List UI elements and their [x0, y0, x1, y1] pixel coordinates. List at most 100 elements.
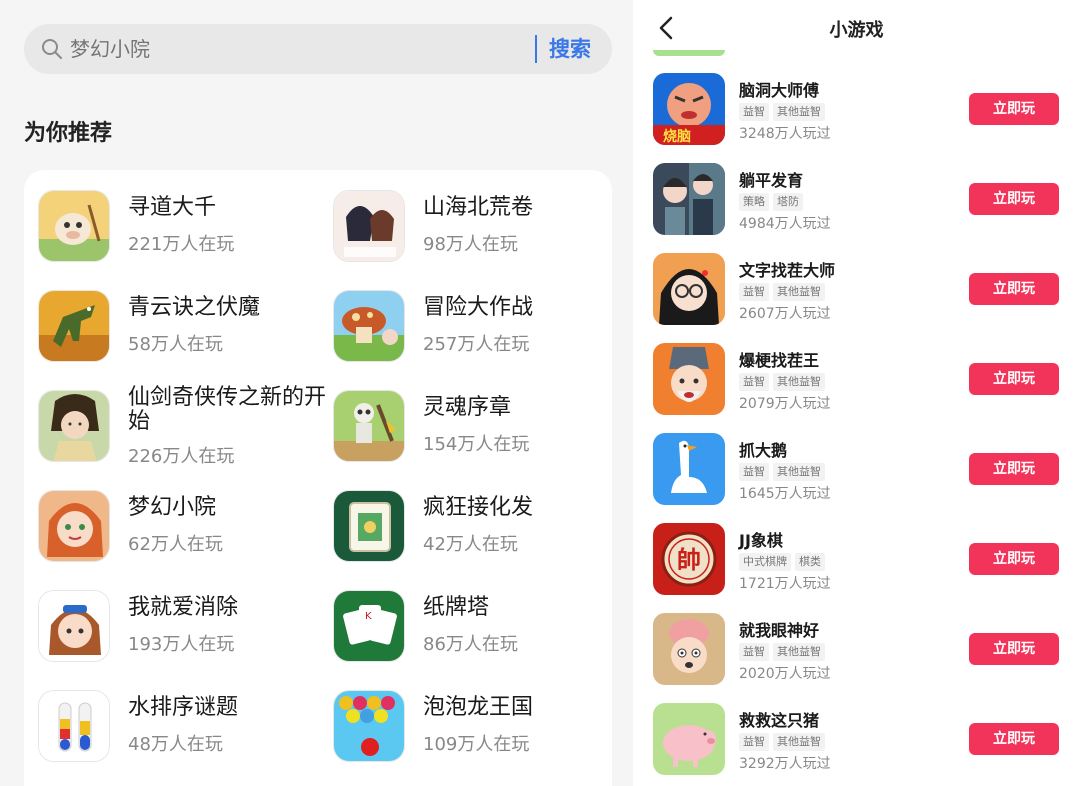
play-now-button[interactable]: 立即玩 [969, 183, 1059, 215]
game-name: 爆梗找茬王 [739, 351, 820, 370]
tag: 其他益智 [773, 103, 825, 121]
game-name: 灵魂序章 [423, 395, 512, 420]
game-name: 寻道大千 [128, 195, 217, 220]
mahjong-tile-icon [333, 490, 405, 562]
game-name: 水排序谜题 [128, 695, 239, 720]
play-now-button[interactable]: 立即玩 [969, 453, 1059, 485]
game-players: 193万人在玩 [128, 634, 235, 655]
tag: 其他益智 [773, 733, 825, 751]
game-tags: 益智 其他益智 [739, 463, 825, 481]
game-row[interactable]: 就我眼神好 益智 其他益智 2020万人玩过 立即玩 [633, 613, 1080, 693]
game-item-xiaochu[interactable]: 我就爱消除 193万人在玩 [38, 590, 328, 670]
game-item-linghun[interactable]: 灵魂序章 154万人在玩 [333, 390, 623, 470]
tag: 其他益智 [773, 463, 825, 481]
game-tags: 中式棋牌 棋类 [739, 553, 825, 571]
play-now-button[interactable]: 立即玩 [969, 543, 1059, 575]
search-button[interactable]: 搜索 [549, 24, 591, 74]
game-players: 58万人在玩 [128, 334, 223, 355]
game-name: 纸牌塔 [423, 595, 490, 620]
play-now-button[interactable]: 立即玩 [969, 273, 1059, 305]
game-plays: 2079万人玩过 [739, 396, 831, 412]
search-divider [535, 35, 537, 63]
sailor-girl-icon [38, 590, 110, 662]
game-tags: 益智 其他益智 [739, 373, 825, 391]
mushroom-icon [333, 290, 405, 362]
game-row[interactable]: 爆梗找茬王 益智 其他益智 2079万人玩过 立即玩 [633, 343, 1080, 423]
previous-item-edge [653, 50, 725, 56]
game-name: 就我眼神好 [739, 621, 820, 640]
game-item-xundao[interactable]: 寻道大千 221万人在玩 [38, 190, 328, 270]
dinosaur-icon [38, 290, 110, 362]
tag: 益智 [739, 463, 769, 481]
game-item-shuipaixu[interactable]: 水排序谜题 48万人在玩 [38, 690, 328, 770]
game-row[interactable]: 抓大鹅 益智 其他益智 1645万人玩过 立即玩 [633, 433, 1080, 513]
tag: 策略 [739, 193, 769, 211]
game-players: 257万人在玩 [423, 334, 530, 355]
search-input[interactable] [70, 24, 540, 74]
game-item-shanhai[interactable]: 山海北荒卷 98万人在玩 [333, 190, 623, 270]
game-item-paopaolong[interactable]: 泡泡龙王国 109万人在玩 [333, 690, 623, 770]
tag: 其他益智 [773, 643, 825, 661]
game-name: 救救这只猪 [739, 711, 820, 730]
game-players: 226万人在玩 [128, 446, 235, 467]
bubble-shooter-icon [333, 690, 405, 762]
game-plays: 1721万人玩过 [739, 576, 831, 592]
game-name: 仙剑奇侠传之新的开始 [128, 385, 327, 434]
game-name: 梦幻小院 [128, 495, 217, 520]
play-now-button[interactable]: 立即玩 [969, 723, 1059, 755]
game-name: 疯狂接化发 [423, 495, 534, 520]
tag: 其他益智 [773, 283, 825, 301]
game-plays: 4984万人玩过 [739, 216, 831, 232]
skeleton-icon [333, 390, 405, 462]
tag: 棋类 [795, 553, 825, 571]
game-tags: 益智 其他益智 [739, 643, 825, 661]
game-item-zhipai[interactable]: K 纸牌塔 86万人在玩 [333, 590, 623, 670]
play-now-button[interactable]: 立即玩 [969, 93, 1059, 125]
game-item-fengkuang[interactable]: 疯狂接化发 42万人在玩 [333, 490, 623, 570]
pig-warrior-icon [38, 190, 110, 262]
svg-text:帥: 帥 [677, 546, 701, 574]
game-row[interactable]: 帥 JJ象棋 中式棋牌 棋类 1721万人玩过 立即玩 [633, 523, 1080, 603]
tag: 益智 [739, 373, 769, 391]
game-row[interactable]: 救救这只猪 益智 其他益智 3292万人玩过 立即玩 [633, 703, 1080, 783]
mini-games-panel: 小游戏 烧脑 脑洞大师傅 益智 其他益智 3248万人玩过 立即玩 躺平发育 策… [633, 0, 1080, 786]
pig-icon [653, 703, 725, 775]
game-players: 42万人在玩 [423, 534, 518, 555]
tag: 塔防 [773, 193, 803, 211]
recommend-panel: 搜索 为你推荐 寻道大千 221万人在玩 山海北荒卷 98万人在玩 青云诀之伏魔… [0, 0, 633, 786]
swordsman-icon [38, 390, 110, 462]
game-name: 文字找茬大师 [739, 261, 836, 280]
game-plays: 2607万人玩过 [739, 306, 831, 322]
play-now-button[interactable]: 立即玩 [969, 633, 1059, 665]
game-item-maoxian[interactable]: 冒险大作战 257万人在玩 [333, 290, 623, 370]
tag: 益智 [739, 643, 769, 661]
game-name: 泡泡龙王国 [423, 695, 534, 720]
search-bar[interactable]: 搜索 [24, 24, 612, 74]
word-spot-icon [653, 253, 725, 325]
game-row[interactable]: 文字找茬大师 益智 其他益智 2607万人玩过 立即玩 [633, 253, 1080, 333]
play-now-button[interactable]: 立即玩 [969, 363, 1059, 395]
game-item-menghuan[interactable]: 梦幻小院 62万人在玩 [38, 490, 328, 570]
game-players: 221万人在玩 [128, 234, 235, 255]
recommend-card: 寻道大千 221万人在玩 山海北荒卷 98万人在玩 青云诀之伏魔 58万人在玩 … [24, 170, 612, 786]
game-name: 山海北荒卷 [423, 195, 534, 220]
brain-master-icon: 烧脑 [653, 73, 725, 145]
search-icon [42, 39, 62, 59]
game-plays: 2020万人玩过 [739, 666, 831, 682]
game-row[interactable]: 烧脑 脑洞大师傅 益智 其他益智 3248万人玩过 立即玩 [633, 73, 1080, 153]
game-row[interactable]: 躺平发育 策略 塔防 4984万人玩过 立即玩 [633, 163, 1080, 243]
tag: 其他益智 [773, 373, 825, 391]
tag: 益智 [739, 283, 769, 301]
game-plays: 1645万人玩过 [739, 486, 831, 502]
game-players: 62万人在玩 [128, 534, 223, 555]
redhead-girl-icon [38, 490, 110, 562]
game-name: 青云诀之伏魔 [128, 295, 261, 320]
game-players: 154万人在玩 [423, 434, 530, 455]
game-tags: 益智 其他益智 [739, 283, 825, 301]
game-name: 脑洞大师傅 [739, 81, 820, 100]
game-players: 86万人在玩 [423, 634, 518, 655]
game-players: 48万人在玩 [128, 734, 223, 755]
game-item-xianjian[interactable]: 仙剑奇侠传之新的开始 226万人在玩 [38, 386, 328, 470]
game-tags: 策略 塔防 [739, 193, 803, 211]
game-item-qingyun[interactable]: 青云诀之伏魔 58万人在玩 [38, 290, 328, 370]
